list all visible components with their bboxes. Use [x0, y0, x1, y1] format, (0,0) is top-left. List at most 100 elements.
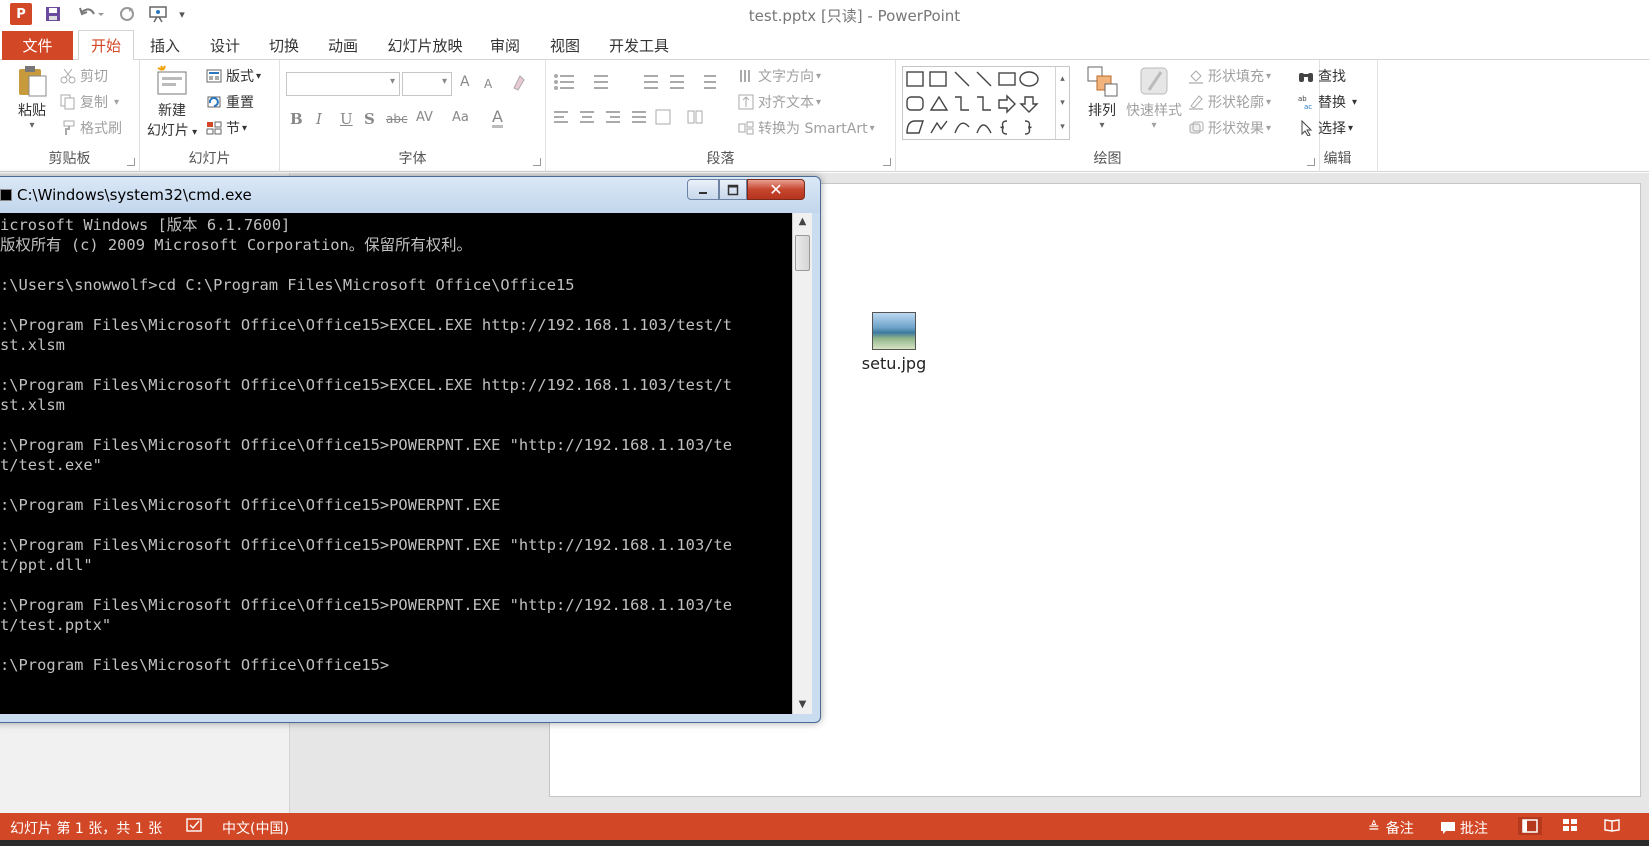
- tab-developer[interactable]: 开发工具: [600, 30, 678, 60]
- notes-icon: ≜: [1368, 820, 1380, 836]
- smartart-icon: [738, 120, 754, 136]
- close-icon: ✕: [769, 180, 783, 199]
- quick-styles-dropdown-icon: ▾: [1151, 120, 1157, 131]
- cmd-close-button[interactable]: ✕: [747, 179, 805, 200]
- scissors-icon: [60, 68, 76, 84]
- tab-file[interactable]: 文件: [2, 31, 73, 60]
- spell-check-icon[interactable]: [186, 818, 204, 834]
- notes-button[interactable]: ≜ 备注: [1368, 818, 1414, 838]
- cmd-minimize-button[interactable]: [687, 179, 719, 200]
- bold-button[interactable]: B: [290, 110, 303, 128]
- cmd-line: st.xlsm: [0, 336, 65, 354]
- tab-design[interactable]: 设计: [198, 30, 252, 60]
- comments-button[interactable]: 批注: [1440, 818, 1488, 838]
- group-drawing: ▴ ▾ ▾ 排列 ▾ 快速样式 ▾ 形状填充 ▾ 形状轮廓 ▾ 形状效果 ▾ 绘图: [896, 60, 1320, 172]
- strikethrough-button[interactable]: abc: [386, 112, 408, 126]
- scroll-thumb[interactable]: [795, 235, 810, 271]
- replace-button[interactable]: ab ac 替换 ▾: [1298, 92, 1357, 112]
- cmd-titlebar[interactable]: C:\Windows\system32\cmd.exe ✕: [0, 177, 820, 213]
- paste-dropdown-icon: ▾: [29, 120, 35, 131]
- language-indicator[interactable]: 中文(中国): [222, 818, 289, 838]
- section-icon: [206, 120, 222, 136]
- scroll-down-icon[interactable]: ▼: [793, 696, 812, 714]
- clear-format-icon[interactable]: [510, 74, 528, 96]
- shape-outline-button[interactable]: 形状轮廓 ▾: [1188, 92, 1271, 112]
- font-color-button[interactable]: A: [492, 108, 503, 128]
- cmd-app-icon: [0, 189, 12, 201]
- reading-view-icon: [1604, 819, 1620, 832]
- layout-button[interactable]: 版式 ▾: [206, 66, 261, 86]
- normal-view-button[interactable]: [1518, 817, 1542, 835]
- font-size-combo[interactable]: [402, 72, 452, 96]
- text-direction-button[interactable]: 文字方向 ▾: [738, 66, 821, 86]
- cmd-scrollbar[interactable]: ▲ ▼: [792, 213, 812, 714]
- align-text-button[interactable]: 对齐文本 ▾: [738, 92, 821, 112]
- cmd-line: [0, 515, 732, 535]
- copy-icon: [60, 94, 76, 110]
- group-label-slides: 幻灯片: [188, 151, 231, 167]
- svg-text:ac: ac: [1304, 103, 1312, 110]
- quick-styles-button[interactable]: 快速样式 ▾: [1118, 64, 1190, 131]
- new-slide-button[interactable]: 新建 幻灯片 ▾: [144, 64, 200, 140]
- embedded-file-setu[interactable]: setu.jpg: [849, 312, 939, 373]
- cmd-line: :\Program Files\Microsoft Office\Office1…: [0, 536, 733, 554]
- slide-sorter-button[interactable]: [1562, 818, 1578, 832]
- ribbon: 粘贴 ▾ 剪切 复制 ▾ 格式刷 剪贴板 新建 幻灯片 ▾ 版式 ▾ 重置 节 …: [0, 60, 1649, 172]
- tab-transitions[interactable]: 切换: [258, 30, 310, 60]
- font-launcher-icon[interactable]: [533, 158, 541, 166]
- grow-font-button[interactable]: A: [460, 74, 470, 90]
- paragraph-launcher-icon[interactable]: [883, 158, 891, 166]
- cmd-line: :\Program Files\Microsoft Office\Office1…: [0, 376, 733, 394]
- cmd-line: [0, 295, 732, 315]
- group-clipboard: 粘贴 ▾ 剪切 复制 ▾ 格式刷 剪贴板: [0, 60, 140, 172]
- cmd-window[interactable]: C:\Windows\system32\cmd.exe ✕ icrosoft W…: [0, 176, 821, 723]
- cut-button[interactable]: 剪切: [60, 66, 108, 86]
- taskbar-edge: [0, 840, 1649, 846]
- gallery-scroll[interactable]: ▴ ▾ ▾: [1055, 67, 1069, 139]
- cmd-line: st.xlsm: [0, 396, 65, 414]
- quick-styles-icon: [1140, 67, 1168, 95]
- section-button[interactable]: 节 ▾: [206, 118, 247, 138]
- status-bar: 幻灯片 第 1 张，共 1 张 中文(中国) ≜ 备注 批注: [0, 813, 1649, 840]
- reset-button[interactable]: 重置: [206, 92, 254, 112]
- italic-button[interactable]: I: [316, 110, 322, 128]
- cmd-line: 版权所有 (c) 2009 Microsoft Corporation。保留所有…: [0, 236, 472, 254]
- scroll-up-icon[interactable]: ▲: [793, 213, 812, 231]
- shapes-gallery-icons: [906, 71, 1039, 135]
- replace-dropdown-icon: ▾: [1352, 96, 1358, 108]
- underline-button[interactable]: U: [340, 110, 353, 128]
- cmd-line: [0, 255, 732, 275]
- format-painter-button[interactable]: 格式刷: [60, 118, 122, 138]
- tab-review[interactable]: 审阅: [478, 30, 532, 60]
- convert-smartart-button[interactable]: 转换为 SmartArt ▾: [738, 118, 875, 138]
- cmd-console[interactable]: icrosoft Windows [版本 6.1.7600] 版权所有 (c) 2…: [0, 213, 800, 714]
- tab-home[interactable]: 开始: [78, 30, 134, 61]
- tab-slideshow[interactable]: 幻灯片放映: [378, 30, 472, 60]
- find-button[interactable]: 查找: [1298, 66, 1346, 86]
- list-and-indent-icons[interactable]: [552, 72, 722, 90]
- slide-count: 幻灯片 第 1 张，共 1 张: [10, 821, 163, 837]
- tab-view[interactable]: 视图: [538, 30, 592, 60]
- group-label-drawing: 绘图: [1093, 151, 1122, 167]
- paragraph-align-icons[interactable]: [552, 108, 722, 126]
- shape-fill-button[interactable]: 形状填充 ▾: [1188, 66, 1271, 86]
- binoculars-icon: [1298, 68, 1314, 84]
- tab-animations[interactable]: 动画: [316, 30, 370, 60]
- reading-view-button[interactable]: [1604, 818, 1620, 832]
- select-button[interactable]: 选择 ▾: [1298, 118, 1353, 138]
- shape-effects-button[interactable]: 形状效果 ▾: [1188, 118, 1271, 138]
- shadow-button[interactable]: S: [364, 110, 375, 128]
- tab-insert[interactable]: 插入: [140, 30, 190, 60]
- layout-dropdown-icon: ▾: [256, 70, 262, 82]
- change-case-button[interactable]: Aa: [452, 110, 469, 125]
- copy-button[interactable]: 复制 ▾: [60, 92, 119, 112]
- group-label-clipboard: 剪贴板: [48, 151, 91, 167]
- shapes-gallery[interactable]: ▴ ▾ ▾: [902, 66, 1070, 140]
- clipboard-launcher-icon[interactable]: [127, 158, 135, 166]
- paste-button[interactable]: 粘贴 ▾: [12, 64, 52, 131]
- char-spacing-button[interactable]: AV: [416, 110, 433, 125]
- font-family-combo[interactable]: [286, 72, 400, 96]
- cmd-maximize-button[interactable]: [719, 179, 747, 200]
- shrink-font-button[interactable]: A: [484, 77, 492, 91]
- layout-icon: [206, 68, 222, 84]
